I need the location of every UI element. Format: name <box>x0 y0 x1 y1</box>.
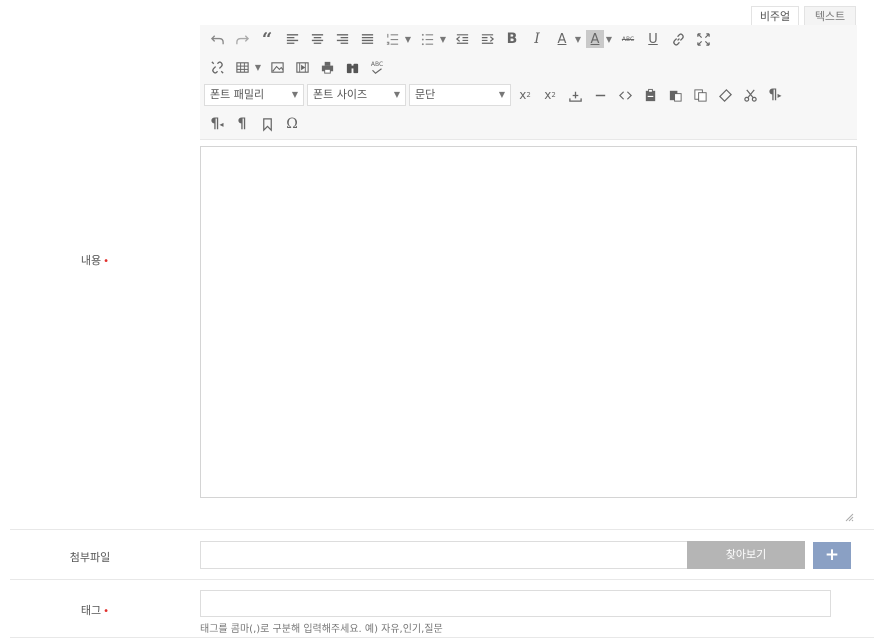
chevron-down-icon[interactable]: ▼ <box>403 35 413 44</box>
paste-text-icon[interactable] <box>664 84 686 106</box>
table-icon[interactable] <box>231 56 253 78</box>
editor-toolbar: “ ▼ ▼ B I A ▼ A ▼ ABC U ▼ ABC 폰트 패밀리 ▼ 폰… <box>200 25 857 140</box>
toolbar-row-1: “ ▼ ▼ B I A ▼ A ▼ ABC U <box>206 25 717 53</box>
pilcrow-icon[interactable]: ¶ <box>231 113 253 135</box>
omega-icon[interactable]: Ω <box>281 113 303 135</box>
underline-icon[interactable]: U <box>642 28 664 50</box>
tag-label-text: 태그 <box>80 604 102 617</box>
divider <box>10 637 874 638</box>
toolbar-row-3: 폰트 패밀리 ▼ 폰트 사이즈 ▼ 문단 ▼ x2 x2 ¶ ▸ <box>204 81 789 109</box>
align-left-icon[interactable] <box>281 28 303 50</box>
divider <box>10 529 874 530</box>
chevron-down-icon: ▼ <box>393 90 400 99</box>
tag-label: 태그 • <box>55 602 135 618</box>
cut-icon[interactable] <box>739 84 761 106</box>
eraser-icon[interactable] <box>714 84 736 106</box>
font-family-select[interactable]: 폰트 패밀리 ▼ <box>204 84 304 106</box>
resize-handle-icon[interactable] <box>845 507 854 522</box>
outdent-icon[interactable] <box>451 28 473 50</box>
image-icon[interactable] <box>266 56 288 78</box>
media-icon[interactable] <box>291 56 313 78</box>
paragraph-value: 문단 <box>415 88 436 101</box>
link-icon[interactable] <box>667 28 689 50</box>
paragraph-select[interactable]: 문단 ▼ <box>409 84 511 106</box>
attach-label: 첨부파일 <box>69 551 111 564</box>
required-mark: • <box>103 606 110 617</box>
redo-icon[interactable] <box>231 28 253 50</box>
paste-icon[interactable] <box>639 84 661 106</box>
unordered-list-icon[interactable] <box>416 28 438 50</box>
bookmark-icon[interactable] <box>256 113 278 135</box>
italic-icon[interactable]: I <box>526 28 548 50</box>
chevron-down-icon: ▼ <box>498 90 505 99</box>
code-icon[interactable] <box>614 84 636 106</box>
align-right-icon[interactable] <box>331 28 353 50</box>
divider <box>10 579 874 580</box>
required-mark: • <box>103 256 110 267</box>
add-file-button[interactable]: + <box>813 542 851 569</box>
tag-hint: 태그를 콤마(,)로 구분해 입력해주세요. 예) 자유,인기,질문 <box>200 624 443 635</box>
file-path-input[interactable] <box>200 541 687 569</box>
copy-icon[interactable] <box>689 84 711 106</box>
strikethrough-icon[interactable]: ABC <box>617 28 639 50</box>
fullscreen-icon[interactable] <box>692 28 714 50</box>
spellcheck-icon[interactable]: ABC <box>366 56 388 78</box>
editor-body[interactable] <box>200 146 857 498</box>
tab-visual[interactable]: 비주얼 <box>751 6 799 26</box>
undo-icon[interactable] <box>206 28 228 50</box>
rtl-icon[interactable]: ¶ ◂ <box>206 113 228 135</box>
content-label-text: 내용 <box>80 254 102 267</box>
content-label: 내용 • <box>55 252 135 268</box>
toolbar-row-2: ▼ ABC <box>206 53 391 81</box>
blockquote-icon[interactable]: “ <box>256 28 278 50</box>
chevron-down-icon[interactable]: ▼ <box>438 35 448 44</box>
unlink-icon[interactable] <box>206 56 228 78</box>
chevron-down-icon: ▼ <box>291 90 298 99</box>
tag-input[interactable] <box>200 590 831 617</box>
anchor-icon[interactable] <box>564 84 586 106</box>
font-size-select[interactable]: 폰트 사이즈 ▼ <box>307 84 406 106</box>
ordered-list-icon[interactable] <box>381 28 403 50</box>
ltr-glyph: ¶ <box>768 87 778 103</box>
background-color-icon[interactable]: A <box>586 30 604 48</box>
bold-icon[interactable]: B <box>501 28 523 50</box>
superscript-icon[interactable]: x2 <box>514 84 536 106</box>
align-center-icon[interactable] <box>306 28 328 50</box>
toolbar-row-4: ¶ ◂ ¶ Ω <box>206 110 306 138</box>
subscript-icon[interactable]: x2 <box>539 84 561 106</box>
rtl-glyph: ¶ <box>210 116 220 132</box>
font-size-value: 폰트 사이즈 <box>313 88 368 101</box>
align-justify-icon[interactable] <box>356 28 378 50</box>
ltr-icon[interactable]: ¶ ▸ <box>764 84 786 106</box>
find-file-button[interactable]: 찾아보기 <box>687 541 805 569</box>
indent-icon[interactable] <box>476 28 498 50</box>
text-color-icon[interactable]: A <box>551 28 573 50</box>
print-icon[interactable] <box>316 56 338 78</box>
font-family-value: 폰트 패밀리 <box>210 88 265 101</box>
tab-text[interactable]: 텍스트 <box>804 6 856 26</box>
spellcheck-label: ABC <box>370 60 384 68</box>
find-icon[interactable] <box>341 56 363 78</box>
horizontal-rule-icon[interactable] <box>589 84 611 106</box>
chevron-down-icon[interactable]: ▼ <box>604 35 614 44</box>
chevron-down-icon[interactable]: ▼ <box>253 63 263 72</box>
chevron-down-icon[interactable]: ▼ <box>573 35 583 44</box>
